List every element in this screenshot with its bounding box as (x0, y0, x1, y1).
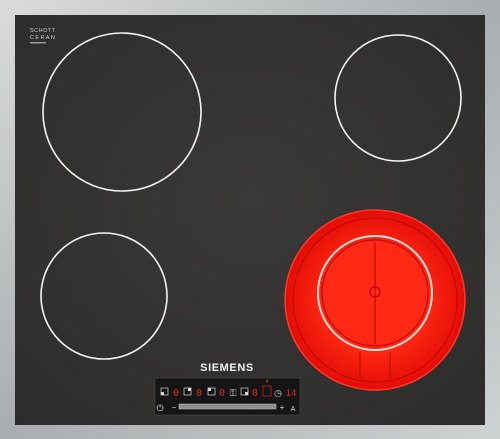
cooktop: SCHOTT CERAN SIEMENS 0 0 0 ⚿ 0 ◷ 14 ⏻ − … (0, 0, 500, 439)
certification-line-2: CERAN (30, 35, 56, 41)
slider-minus-icon[interactable]: − (172, 403, 177, 412)
power-slider[interactable] (178, 403, 277, 410)
zone-icon-dot (188, 388, 191, 391)
timer-icon[interactable]: ◷ (274, 388, 282, 398)
timer-readout: 14 (286, 389, 297, 399)
slider-plus-icon[interactable]: + (280, 403, 285, 412)
certification-line-1: SCHOTT (30, 28, 56, 34)
zone-icon-dot (208, 388, 211, 391)
brand-logo: SIEMENS (200, 362, 254, 374)
certification-stripe (30, 42, 46, 44)
auto-button-label[interactable]: A (291, 406, 296, 413)
power-button-icon[interactable]: ⏻ (156, 403, 163, 413)
cooking-zone-front-right-dual[interactable] (284, 209, 466, 391)
lock-icon[interactable]: ⚿ (230, 388, 237, 398)
zone-icon-dot (161, 392, 164, 395)
dual-zone-indicator-dot (265, 379, 269, 383)
zone-level-display-1: 0 (173, 388, 179, 399)
zone-level-display-2: 0 (196, 388, 202, 399)
zone-icon-dot (245, 392, 248, 395)
control-panel: 0 0 0 ⚿ 0 ◷ 14 ⏻ − + A (154, 377, 301, 416)
zone-level-display-4: 0 (252, 388, 258, 399)
zone-level-display-3: 0 (219, 388, 225, 399)
